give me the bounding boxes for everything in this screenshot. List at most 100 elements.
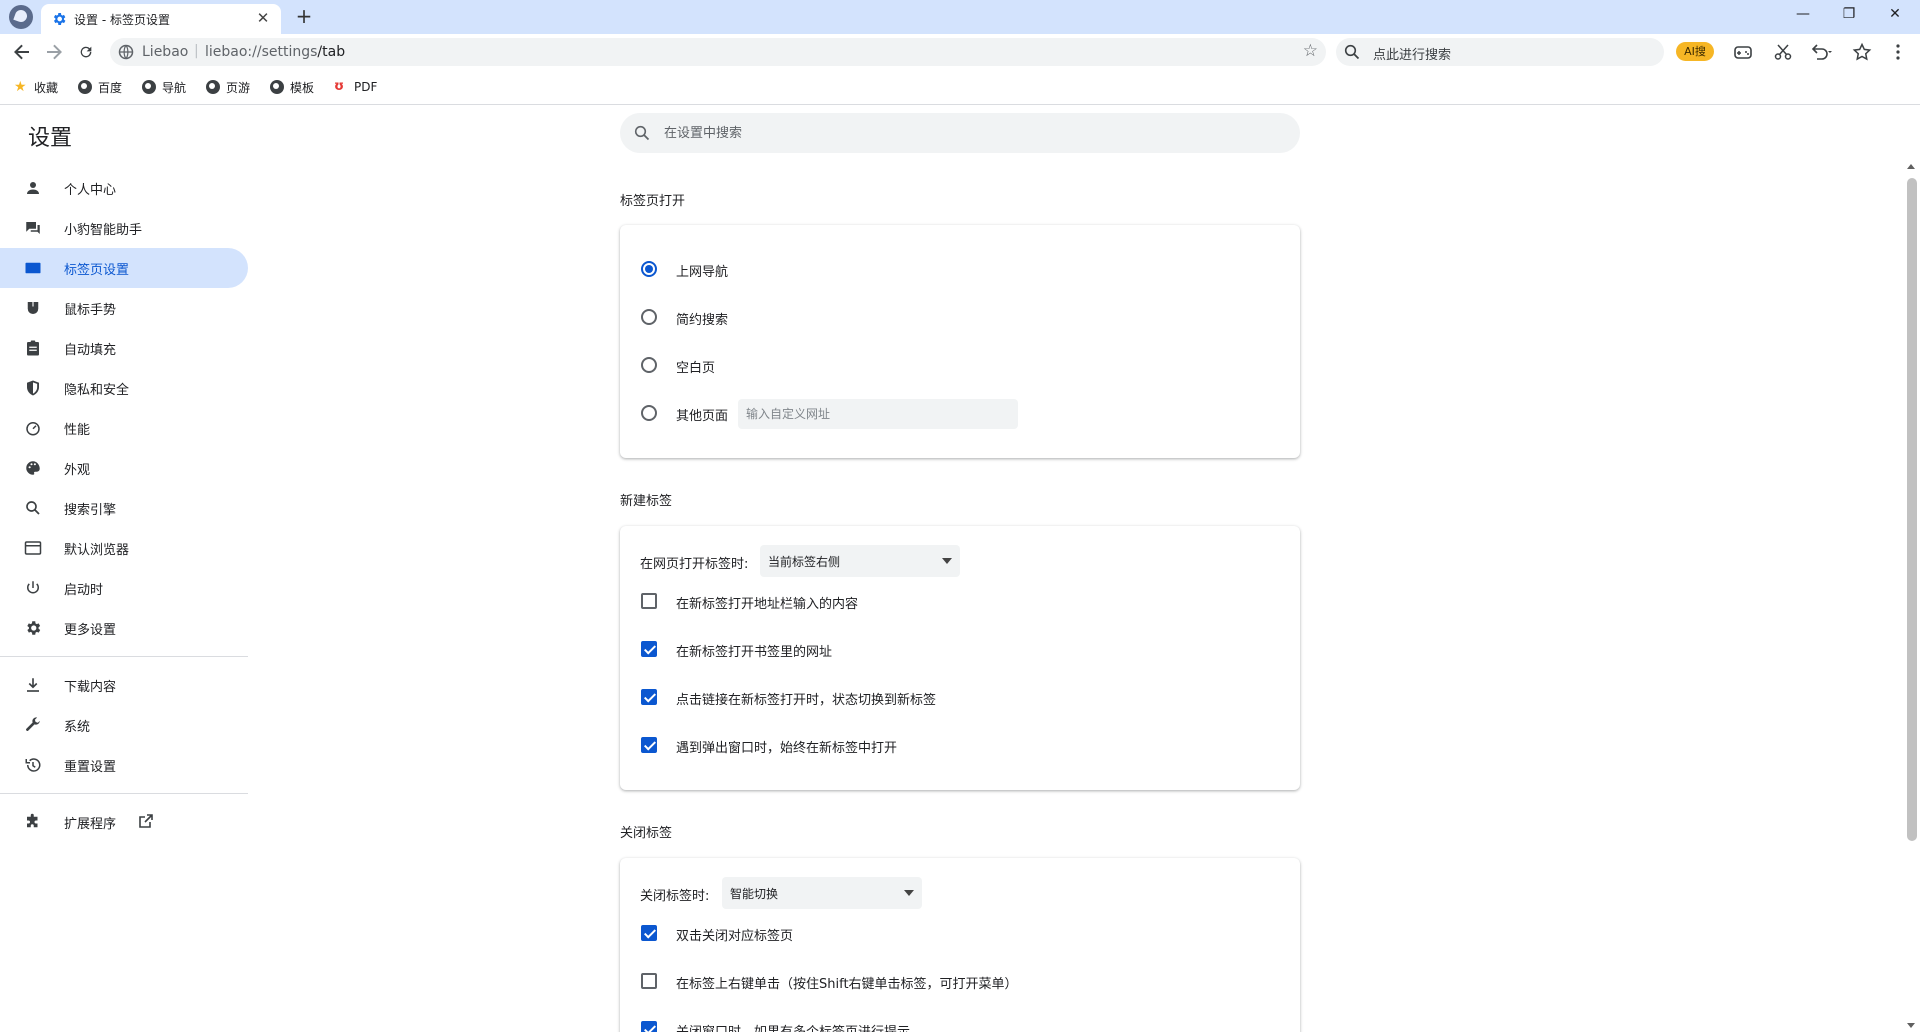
assistant-icon <box>26 222 40 234</box>
sidebar-item-profile[interactable]: 个人中心 <box>0 168 248 208</box>
new-tab-button[interactable]: + <box>292 5 316 29</box>
sidebar-item-system[interactable]: 系统 <box>0 705 248 745</box>
bookmark-pdf[interactable]: ʊ PDF <box>334 78 377 96</box>
close-behavior-select[interactable]: 智能切换 <box>722 877 922 909</box>
close-window-button[interactable]: ✕ <box>1872 0 1918 30</box>
radio-label: 空白页 <box>676 361 716 376</box>
restore-icon <box>25 758 41 772</box>
sidebar-item-default-browser[interactable]: 默认浏览器 <box>0 528 248 568</box>
screenshot-button[interactable] <box>1769 38 1797 66</box>
checkbox-row-double-click-close[interactable]: 双击关闭对应标签页 <box>620 917 1300 949</box>
undo-close-button[interactable] <box>1808 38 1836 66</box>
speedometer-icon <box>26 422 40 436</box>
sidebar-item-extensions[interactable]: 扩展程序 <box>0 802 248 842</box>
menu-divider <box>0 793 248 794</box>
sidebar-item-performance[interactable]: 性能 <box>0 408 248 448</box>
radio-row-other-page[interactable]: 其他页面 <box>620 397 1300 429</box>
radio-row-simple-search[interactable]: 简约搜索 <box>620 301 1300 333</box>
checkbox[interactable] <box>641 1021 657 1032</box>
sidebar-item-autofill[interactable]: 自动填充 <box>0 328 248 368</box>
section-title-new-tab: 新建标签 <box>620 494 673 509</box>
sidebar-item-label: 外观 <box>64 463 91 478</box>
checkbox-row-close-window-prompt[interactable]: 关闭窗口时，如果有多个标签页进行提示 <box>620 1013 1300 1032</box>
checkbox[interactable] <box>641 973 657 989</box>
open-position-select[interactable]: 当前标签右侧 <box>760 545 960 577</box>
radio-row-blank-page[interactable]: 空白页 <box>620 349 1300 381</box>
sidebar-item-label: 重置设置 <box>64 760 117 775</box>
back-button[interactable] <box>8 38 36 66</box>
bookmark-baidu[interactable]: 百度 <box>78 78 122 96</box>
sidebar-item-more-settings[interactable]: 更多设置 <box>0 608 248 648</box>
radio-label: 上网导航 <box>676 265 729 280</box>
active-tab[interactable]: 设置 - 标签页设置 ✕ <box>41 4 281 34</box>
restore-button[interactable]: ❐ <box>1826 0 1872 30</box>
wrench-icon <box>26 717 40 731</box>
gamepad-icon <box>1734 46 1752 59</box>
sidebar-item-label: 启动时 <box>64 583 104 598</box>
liebao-logo-icon[interactable] <box>9 5 33 29</box>
forward-button[interactable] <box>40 38 68 66</box>
site-info-icon[interactable] <box>118 44 134 60</box>
radio-button[interactable] <box>641 309 657 325</box>
checkbox[interactable] <box>641 593 657 609</box>
sidebar-item-appearance[interactable]: 外观 <box>0 448 248 488</box>
toolbar-search-box[interactable]: 点此进行搜索 <box>1336 38 1664 66</box>
radio-button[interactable] <box>641 261 657 277</box>
search-icon <box>1344 44 1360 60</box>
checkbox-row-bookmarks[interactable]: 在新标签打开书签里的网址 <box>620 633 1300 665</box>
sidebar-item-privacy[interactable]: 隐私和安全 <box>0 368 248 408</box>
checkbox-row-switch-to-new[interactable]: 点击链接在新标签打开时，状态切换到新标签 <box>620 681 1300 713</box>
checkbox[interactable] <box>641 925 657 941</box>
sidebar-item-startup[interactable]: 启动时 <box>0 568 248 608</box>
custom-url-input[interactable] <box>738 399 1018 429</box>
checkbox-row-address-bar[interactable]: 在新标签打开地址栏输入的内容 <box>620 585 1300 617</box>
radio-button[interactable] <box>641 357 657 373</box>
tab-icon <box>25 262 41 274</box>
checkbox[interactable] <box>641 641 657 657</box>
bookmark-muban[interactable]: 模板 <box>270 78 314 96</box>
reload-button[interactable] <box>72 38 100 66</box>
gear-icon <box>27 621 41 635</box>
bookmark-yeyou[interactable]: 页游 <box>206 78 250 96</box>
bookmark-star-icon[interactable]: ☆ <box>1303 41 1318 61</box>
scroll-thumb[interactable] <box>1907 178 1917 841</box>
sidebar-item-label: 系统 <box>64 720 91 735</box>
select-value: 智能切换 <box>730 887 779 901</box>
close-tab-icon[interactable]: ✕ <box>253 8 273 28</box>
sidebar-item-mouse-gesture[interactable]: 鼠标手势 <box>0 288 248 328</box>
scroll-down-arrow-icon[interactable] <box>1907 1023 1915 1028</box>
address-bar[interactable]: Liebao | liebao://settings/tab ☆ <box>110 38 1326 66</box>
radio-button[interactable] <box>641 405 657 421</box>
bookmark-label: 百度 <box>98 80 123 95</box>
favorites-button[interactable] <box>1848 38 1876 66</box>
sidebar-item-assistant[interactable]: 小豹智能助手 <box>0 208 248 248</box>
sidebar-item-search-engine[interactable]: 搜索引擎 <box>0 488 248 528</box>
menu-button[interactable] <box>1884 38 1912 66</box>
sidebar-item-tab-settings[interactable]: 标签页设置 <box>0 248 248 288</box>
close-behavior-label: 关闭标签时: <box>640 889 710 904</box>
globe-icon <box>78 80 92 94</box>
checkbox-label: 关闭窗口时，如果有多个标签页进行提示 <box>676 1021 910 1032</box>
page-scrollbar[interactable] <box>1903 160 1920 1032</box>
settings-search-input[interactable] <box>664 113 1284 153</box>
sidebar-item-downloads[interactable]: 下载内容 <box>0 665 248 705</box>
game-controller-button[interactable] <box>1729 38 1757 66</box>
radio-row-navigation[interactable]: 上网导航 <box>620 253 1300 285</box>
sidebar-item-reset[interactable]: 重置设置 <box>0 745 248 785</box>
search-icon <box>634 125 650 141</box>
url-path: /tab <box>317 44 346 60</box>
bookmark-daohang[interactable]: 导航 <box>142 78 186 96</box>
sidebar-item-label: 下载内容 <box>64 680 117 695</box>
minimize-button[interactable]: — <box>1780 0 1826 30</box>
settings-search-box[interactable] <box>620 113 1300 153</box>
checkbox[interactable] <box>641 737 657 753</box>
sidebar-item-label: 默认浏览器 <box>64 543 130 558</box>
scroll-up-arrow-icon[interactable] <box>1907 164 1915 169</box>
new-tab-card: 在网页打开标签时: 当前标签右侧 在新标签打开地址栏输入的内容 在新标签打开书签… <box>620 526 1300 790</box>
checkbox-row-popup[interactable]: 遇到弹出窗口时，始终在新标签中打开 <box>620 729 1300 761</box>
download-icon <box>27 678 39 692</box>
ai-search-badge[interactable]: AI搜 <box>1676 42 1714 61</box>
bookmark-favorites[interactable]: ★ 收藏 <box>14 78 58 96</box>
checkbox[interactable] <box>641 689 657 705</box>
checkbox-row-right-click[interactable]: 在标签上右键单击（按住Shift右键单击标签，可打开菜单） <box>620 965 1300 997</box>
